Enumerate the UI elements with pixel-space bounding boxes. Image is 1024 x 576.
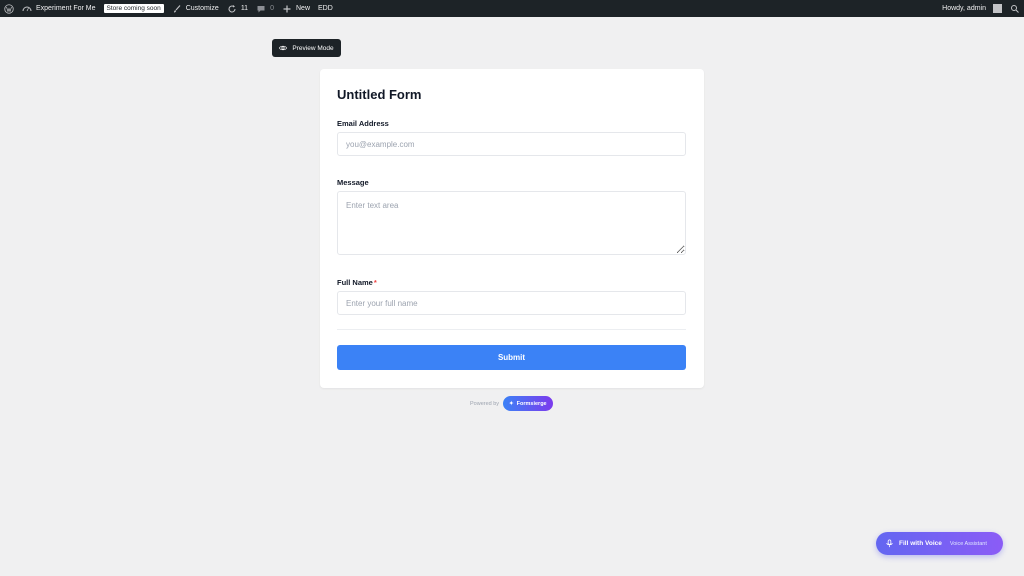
updates-count: 11 (240, 5, 249, 12)
customize-link[interactable]: Customize (168, 0, 223, 17)
brand-label: Formsierge (516, 400, 547, 407)
form-title: Untitled Form (337, 87, 422, 102)
fill-with-voice-button[interactable]: Fill with Voice Voice Assistant (876, 532, 1003, 555)
preview-mode-button[interactable]: Preview Mode (272, 39, 341, 57)
avatar (993, 4, 1002, 13)
eye-icon (279, 44, 288, 52)
preview-mode-label: Preview Mode (292, 44, 334, 52)
site-name-link[interactable]: Experiment For Me (18, 0, 100, 17)
message-textarea[interactable] (337, 191, 686, 255)
voice-assistant-label: Voice Assistant (949, 540, 987, 547)
edd-link[interactable]: EDD (314, 0, 337, 17)
account-menu[interactable]: Howdy, admin (938, 0, 1006, 17)
divider (337, 329, 686, 330)
full-name-field[interactable] (337, 291, 686, 315)
search-button[interactable] (1006, 0, 1024, 17)
new-content-link[interactable]: New (278, 0, 314, 17)
admin-bar: Experiment For Me Store coming soon Cust… (0, 0, 1024, 17)
full-name-label-row: Full Name* (337, 278, 377, 287)
updates-link[interactable]: 11 (223, 0, 252, 17)
full-name-label: Full Name (337, 278, 373, 287)
new-label: New (296, 5, 311, 12)
powered-by: Powered by ✦ Formsierge (470, 396, 553, 411)
sparkle-icon: ✦ (509, 400, 514, 407)
plus-icon (282, 4, 292, 14)
store-badge-label: Store coming soon (103, 4, 164, 13)
comments-count: 0 (270, 5, 274, 12)
microphone-icon (885, 539, 894, 548)
fill-with-voice-label: Fill with Voice (899, 540, 942, 547)
required-asterisk: * (373, 278, 377, 287)
wordpress-logo-button[interactable] (0, 0, 18, 17)
edd-label: EDD (318, 5, 333, 12)
formsierge-brand-link[interactable]: ✦ Formsierge (503, 396, 553, 411)
search-icon (1010, 4, 1020, 14)
dashboard-gauge-icon (22, 4, 32, 14)
howdy-label: Howdy, admin (942, 5, 986, 12)
email-label: Email Address (337, 119, 389, 128)
site-name-label: Experiment For Me (36, 5, 96, 12)
comment-bubble-icon (256, 4, 266, 14)
updates-refresh-icon (227, 4, 237, 14)
powered-by-text: Powered by (470, 400, 500, 407)
form-card: Untitled Form Email Address Message Full… (320, 69, 704, 388)
comments-link[interactable]: 0 (252, 0, 278, 17)
submit-button[interactable]: Submit (337, 345, 686, 370)
store-coming-soon-badge[interactable]: Store coming soon (100, 0, 168, 17)
paintbrush-icon (172, 4, 182, 14)
customize-label: Customize (185, 5, 219, 12)
email-field[interactable] (337, 132, 686, 156)
message-label: Message (337, 178, 369, 187)
wordpress-logo-icon (4, 3, 14, 14)
